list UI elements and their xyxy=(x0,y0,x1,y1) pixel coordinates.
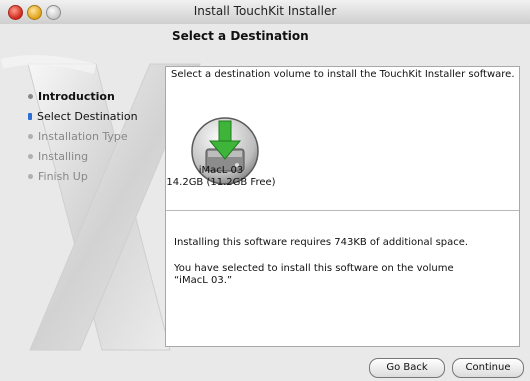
step-installing: Installing xyxy=(28,146,163,166)
page-heading: Select a Destination xyxy=(172,29,309,43)
current-step-icon xyxy=(28,112,32,120)
go-back-button[interactable]: Go Back xyxy=(369,358,445,378)
step-select-destination: Select Destination xyxy=(28,106,163,126)
steps-sidebar: Introduction Select Destination Installa… xyxy=(28,86,163,186)
title-bar[interactable]: Install TouchKit Installer xyxy=(0,0,530,25)
installer-window: Install TouchKit Installer Select a Dest… xyxy=(0,0,530,381)
volume-name: iMacL 03 xyxy=(198,165,244,176)
step-installation-type: Installation Type xyxy=(28,126,163,146)
bullet-icon xyxy=(28,133,33,139)
step-finish-up: Finish Up xyxy=(28,166,163,186)
step-introduction: Introduction xyxy=(28,86,163,106)
bullet-icon xyxy=(28,93,33,99)
continue-button[interactable]: Continue xyxy=(452,358,524,378)
content-pane: Select a destination volume to install t… xyxy=(165,66,520,347)
step-label: Introduction xyxy=(38,89,115,103)
step-label: Installation Type xyxy=(38,129,128,143)
volume-size: 14.2GB (11.2GB Free) xyxy=(166,177,276,188)
step-label: Finish Up xyxy=(38,169,88,183)
bullet-icon xyxy=(28,173,33,179)
window-title: Install TouchKit Installer xyxy=(193,4,337,18)
step-label: Installing xyxy=(38,149,89,163)
bullet-icon xyxy=(28,153,33,159)
selected-volume-text: You have selected to install this softwa… xyxy=(174,263,454,286)
space-requirement-text: Installing this software requires 743KB … xyxy=(174,237,469,248)
step-label: Select Destination xyxy=(37,109,138,123)
volume-item[interactable]: iMacL 03 14.2GB (11.2GB Free) xyxy=(166,67,276,202)
divider xyxy=(166,210,519,211)
